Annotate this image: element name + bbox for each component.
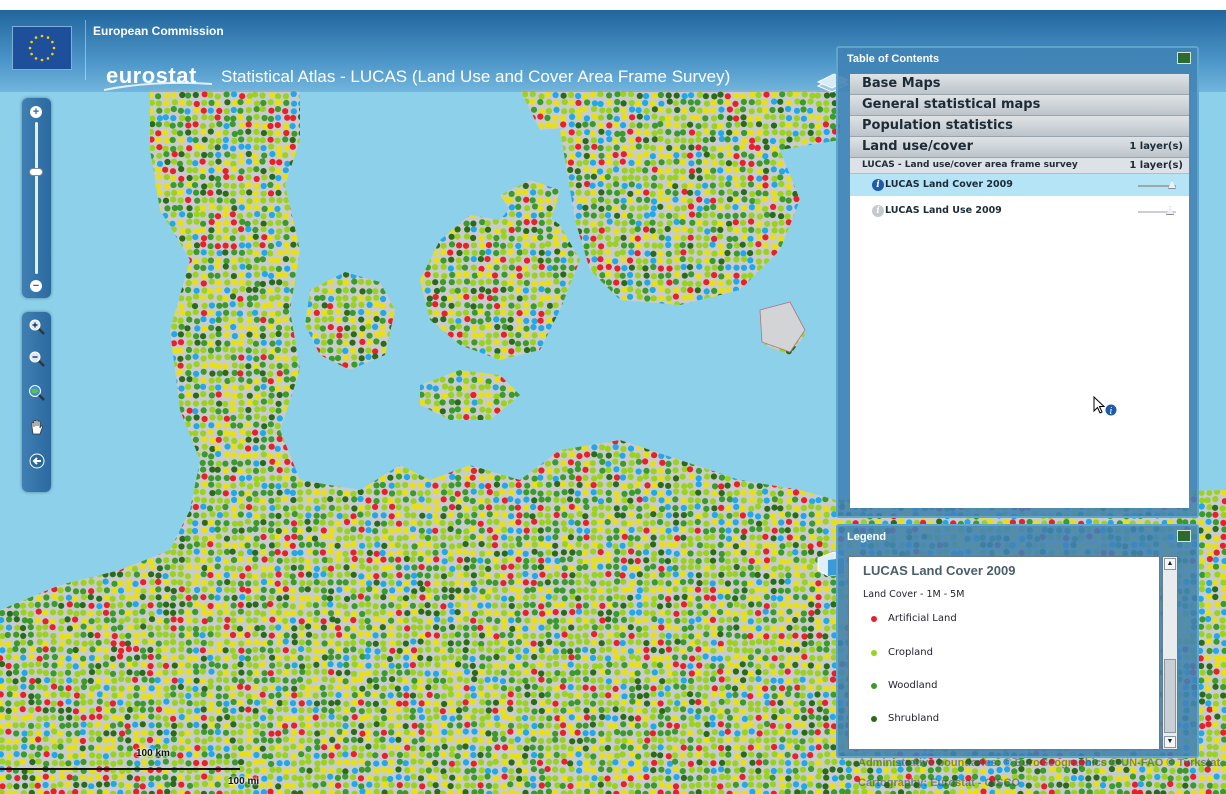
map-tools-bar — [22, 312, 51, 492]
toc-group-label: Population statistics — [862, 118, 1013, 133]
scroll-up-button[interactable]: ▲ — [1164, 558, 1176, 570]
toc-header: Table of Contents — [838, 48, 1197, 70]
maximize-icon[interactable] — [1177, 52, 1191, 64]
layer-count: 1 layer(s) — [1129, 141, 1183, 152]
info-cursor-icon: i — [1093, 396, 1118, 417]
zoom-slider-thumb[interactable] — [29, 168, 43, 176]
page-title: Statistical Atlas - LUCAS (Land Use and … — [221, 67, 731, 86]
scale-line — [0, 768, 240, 770]
opacity-slider[interactable] — [1138, 206, 1176, 215]
layer-label: LUCAS Land Use 2009 — [885, 205, 1002, 216]
zoom-out-end-button[interactable]: − — [30, 280, 42, 292]
scale-bar: 100 km 100 mi — [0, 748, 260, 794]
legend-layer-title: LUCAS Land Cover 2009 — [863, 563, 1016, 578]
header-divider — [85, 20, 86, 80]
legend-dot-icon — [871, 650, 877, 656]
legend-dot-icon — [871, 716, 877, 722]
back-arrow-icon[interactable] — [26, 450, 47, 471]
layer-row-land-cover-2009[interactable]: i LUCAS Land Cover 2009 — [850, 174, 1189, 196]
toc-group-base-maps[interactable]: Base Maps — [850, 74, 1189, 95]
maximize-icon[interactable] — [1177, 530, 1191, 542]
toc-group-label: Base Maps — [862, 76, 941, 91]
legend-subtitle: Land Cover - 1M - 5M — [863, 589, 965, 600]
toc-group-label: General statistical maps — [862, 97, 1041, 112]
toc-title: Table of Contents — [847, 53, 940, 65]
info-icon[interactable]: i — [872, 205, 884, 217]
eu-flag-icon — [12, 26, 72, 70]
zoom-in-end-button[interactable]: + — [30, 106, 42, 118]
opacity-slider-thumb[interactable] — [1166, 206, 1174, 215]
scroll-down-button[interactable]: ▼ — [1164, 736, 1176, 748]
legend-scrollbar[interactable]: ▲ ▼ — [1162, 556, 1178, 750]
toc-group-general-statistical-maps[interactable]: General statistical maps — [850, 95, 1189, 116]
legend-dot-icon — [871, 616, 877, 622]
attribution-boundaries: Administrative boundaries: © EuroGeograp… — [858, 757, 1221, 769]
toc-subgroup-label: LUCAS - Land use/cover area frame survey — [862, 160, 1078, 170]
org-label: European Commission — [93, 24, 224, 38]
zoom-in-icon[interactable] — [26, 316, 47, 337]
opacity-slider-thumb[interactable] — [1168, 180, 1176, 189]
legend-header: Legend — [838, 526, 1197, 548]
zoom-out-icon[interactable] — [26, 348, 47, 369]
scroll-thumb[interactable] — [1164, 659, 1176, 733]
pan-hand-icon[interactable] — [26, 416, 47, 437]
legend-item-label: Woodland — [888, 680, 938, 691]
info-icon[interactable]: i — [872, 179, 884, 191]
legend-item-label: Artificial Land — [888, 613, 957, 624]
legend-panel-title: Legend — [847, 531, 887, 543]
layer-label: LUCAS Land Cover 2009 — [885, 179, 1013, 190]
toc-subgroup-lucas[interactable]: LUCAS - Land use/cover area frame survey… — [850, 158, 1189, 174]
opacity-slider[interactable] — [1138, 180, 1176, 189]
layer-row-land-use-2009[interactable]: i LUCAS Land Use 2009 — [850, 200, 1189, 222]
zoom-track[interactable] — [35, 122, 38, 274]
legend-panel: Legend LUCAS Land Cover 2009 Land Cover … — [836, 524, 1199, 758]
legend-dot-icon — [871, 683, 877, 689]
toc-group-label: Land use/cover — [862, 139, 974, 154]
layer-count: 1 layer(s) — [1129, 160, 1183, 171]
globe-zoom-icon[interactable] — [26, 382, 47, 403]
toc-body: Base Maps General statistical maps Popul… — [850, 74, 1189, 508]
table-of-contents-panel: Table of Contents Base Maps General stat… — [836, 46, 1199, 518]
toc-group-population-statistics[interactable]: Population statistics — [850, 116, 1189, 137]
eurostat-logo[interactable]: eurostat — [106, 63, 197, 89]
legend-body: LUCAS Land Cover 2009 Land Cover - 1M - … — [848, 556, 1160, 750]
attribution-cartography: Cartography: Eurostat - GISCO — [858, 777, 1020, 789]
scale-mi-label: 100 mi — [228, 776, 260, 787]
scale-km-label: 100 km — [136, 748, 170, 759]
toc-group-land-use-cover[interactable]: Land use/cover 1 layer(s) — [850, 137, 1189, 158]
legend-item-label: Cropland — [888, 647, 933, 658]
zoom-slider-bar: + − — [22, 98, 51, 298]
legend-item-label: Shrubland — [888, 713, 940, 724]
